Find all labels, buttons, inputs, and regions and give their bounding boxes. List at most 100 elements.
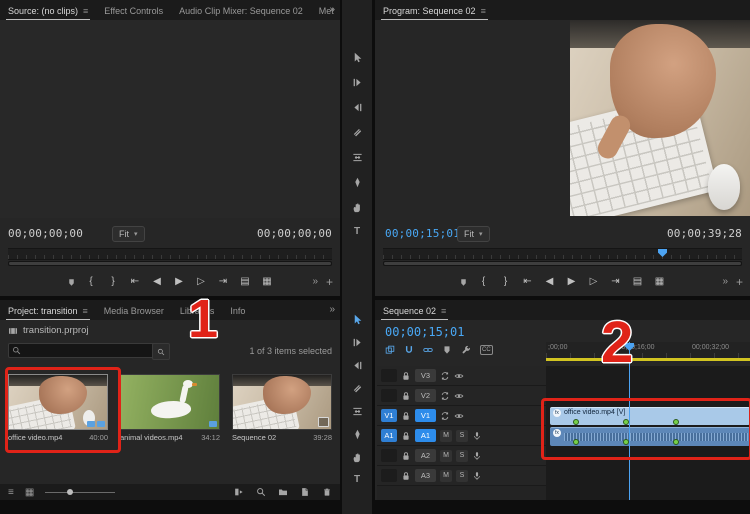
source-patch-a1[interactable]: A1 <box>381 429 397 442</box>
nest-toggle-icon[interactable] <box>385 345 395 355</box>
razor-icon[interactable] <box>352 127 363 138</box>
add-marker-icon[interactable] <box>459 278 468 287</box>
button-editor-plus[interactable]: + <box>326 275 333 289</box>
tab-overflow-icon[interactable]: » <box>329 304 335 315</box>
solo-button[interactable]: S <box>456 429 468 442</box>
extract-button[interactable]: ▦ <box>653 277 666 287</box>
lock-icon[interactable] <box>401 371 411 381</box>
button-editor-plus[interactable]: + <box>736 275 743 289</box>
tab-effect-controls[interactable]: Effect Controls <box>102 3 165 20</box>
program-mini-timeline[interactable] <box>383 248 742 260</box>
lock-icon[interactable] <box>401 411 411 421</box>
lift-button[interactable]: ▤ <box>631 277 644 287</box>
add-marker-icon[interactable] <box>442 345 452 355</box>
hand-tool[interactable] <box>352 452 363 463</box>
pen-tool[interactable] <box>352 429 363 440</box>
mute-button[interactable]: M <box>440 429 452 442</box>
razor-tool[interactable] <box>352 383 363 394</box>
ripple-edit-icon[interactable] <box>352 102 363 113</box>
linked-selection-icon[interactable] <box>423 345 433 355</box>
panel-menu-icon[interactable]: ≡ <box>441 306 446 316</box>
program-zoom-select[interactable]: Fit ▾ <box>457 226 490 242</box>
tab-audio-clip-mixer[interactable]: Audio Clip Mixer: Sequence 02 <box>177 3 305 20</box>
transport-overflow-icon[interactable]: » <box>722 276 728 287</box>
step-forward-button[interactable]: ▷ <box>587 277 600 287</box>
selection-tool[interactable] <box>352 314 363 325</box>
lock-icon[interactable] <box>401 451 411 461</box>
mark-in-button[interactable]: { <box>85 277 98 287</box>
snap-magnet-icon[interactable] <box>404 345 414 355</box>
panel-menu-icon[interactable]: ≡ <box>83 6 88 16</box>
eye-icon[interactable] <box>454 371 464 381</box>
project-item-animal-videos[interactable] <box>120 374 220 430</box>
add-marker-icon[interactable] <box>67 278 76 287</box>
go-to-in-button[interactable]: ⇤ <box>129 277 142 287</box>
mark-out-button[interactable]: } <box>499 277 512 287</box>
zoom-slider-handle[interactable] <box>67 489 74 495</box>
timeline-settings-wrench-icon[interactable] <box>461 345 471 355</box>
step-back-button[interactable]: ◀ <box>543 277 556 287</box>
track-select-tool[interactable] <box>352 337 363 348</box>
mute-button[interactable]: M <box>440 449 452 462</box>
tab-info[interactable]: Info <box>228 303 247 320</box>
trash-icon[interactable] <box>322 487 332 497</box>
item-sequence-02-caption[interactable]: Sequence 02 39:28 <box>232 433 332 442</box>
track-select-icon[interactable] <box>352 77 363 88</box>
new-bin-icon[interactable] <box>278 487 288 497</box>
list-view-button[interactable]: ≡ <box>8 487 14 498</box>
track-target-a1[interactable]: A1 <box>415 429 436 442</box>
new-item-icon[interactable] <box>300 487 310 497</box>
mark-in-button[interactable]: { <box>477 277 490 287</box>
panel-menu-icon[interactable]: ≡ <box>83 306 88 316</box>
play-button[interactable]: ▶ <box>173 277 186 287</box>
track-lane-a3[interactable] <box>546 466 750 487</box>
mute-button[interactable]: M <box>440 469 452 482</box>
type-tool-icon[interactable]: T <box>354 227 360 237</box>
overwrite-button[interactable]: ▦ <box>261 277 274 287</box>
tab-sequence-02[interactable]: Sequence 02 ≡ <box>381 303 449 320</box>
icon-view-button[interactable]: ▦ <box>25 487 34 498</box>
go-to-out-button[interactable]: ⇥ <box>609 277 622 287</box>
sync-lock-icon[interactable] <box>440 411 450 421</box>
project-item-sequence-02[interactable] <box>232 374 332 430</box>
eye-icon[interactable] <box>454 391 464 401</box>
search-bin-button[interactable] <box>152 343 170 360</box>
source-patch-empty[interactable] <box>381 389 397 402</box>
mic-icon[interactable] <box>472 471 482 481</box>
source-zoom-select[interactable]: Fit ▾ <box>112 226 145 242</box>
track-target-a3[interactable]: A3 <box>415 469 436 482</box>
step-back-button[interactable]: ◀ <box>151 277 164 287</box>
go-to-in-button[interactable]: ⇤ <box>521 277 534 287</box>
ripple-edit-tool[interactable] <box>352 360 363 371</box>
go-to-out-button[interactable]: ⇥ <box>217 277 230 287</box>
search-input[interactable] <box>8 343 162 358</box>
tab-overflow-icon[interactable]: » <box>329 4 335 15</box>
type-tool[interactable]: T <box>354 475 360 485</box>
tab-program[interactable]: Program: Sequence 02 ≡ <box>381 3 488 20</box>
track-target-v2[interactable]: V2 <box>415 389 436 402</box>
source-patch-empty[interactable] <box>381 469 397 482</box>
solo-button[interactable]: S <box>456 469 468 482</box>
play-button[interactable]: ▶ <box>565 277 578 287</box>
captions-cc-icon[interactable]: CC <box>480 345 493 355</box>
tab-media-browser[interactable]: Media Browser <box>102 303 166 320</box>
track-target-a2[interactable]: A2 <box>415 449 436 462</box>
slip-icon[interactable] <box>352 152 363 163</box>
zoom-slider[interactable] <box>45 487 116 497</box>
source-mini-timeline[interactable] <box>8 248 332 260</box>
lock-icon[interactable] <box>401 471 411 481</box>
cursor-icon[interactable] <box>352 52 363 63</box>
automate-to-sequence-icon[interactable] <box>234 487 244 497</box>
work-area-bar[interactable] <box>546 358 750 361</box>
lock-icon[interactable] <box>401 431 411 441</box>
timeline-timecode[interactable]: 00;00;15;01 <box>385 325 464 339</box>
source-patch-v1[interactable]: V1 <box>381 409 397 422</box>
sync-lock-icon[interactable] <box>440 371 450 381</box>
lock-icon[interactable] <box>401 391 411 401</box>
mic-icon[interactable] <box>472 431 482 441</box>
track-target-v1[interactable]: V1 <box>415 409 436 422</box>
pen-icon[interactable] <box>352 177 363 188</box>
timeline-ruler[interactable]: ;00;00 00;00;16;00 00;00;32;00 <box>546 342 750 359</box>
track-lane-v3[interactable] <box>546 366 750 387</box>
insert-button[interactable]: ▤ <box>239 277 252 287</box>
